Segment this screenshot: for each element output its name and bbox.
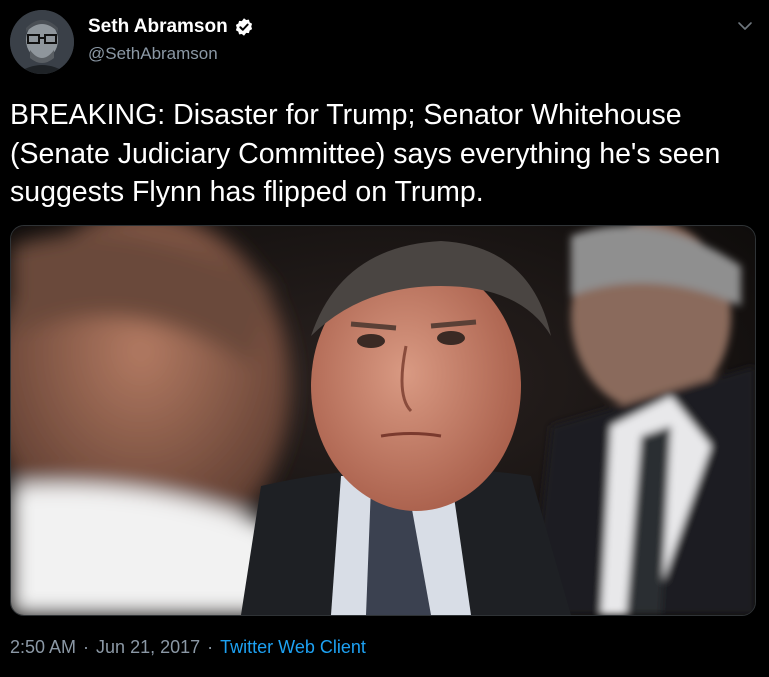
author-name-row[interactable]: Seth Abramson [88, 16, 254, 38]
author-display-name[interactable]: Seth Abramson [88, 16, 228, 38]
tweet-meta: 2:50 AM · Jun 21, 2017 · Twitter Web Cli… [10, 637, 366, 658]
chevron-down-icon[interactable] [735, 16, 755, 36]
tweet-photo[interactable] [10, 225, 756, 616]
avatar[interactable] [10, 10, 74, 74]
meta-separator: · [83, 637, 90, 657]
tweet-time[interactable]: 2:50 AM [10, 637, 76, 658]
tweet-client-link[interactable]: Twitter Web Client [220, 637, 366, 658]
meta-separator: · [207, 637, 214, 657]
tweet-text: BREAKING: Disaster for Trump; Senator Wh… [10, 99, 721, 208]
photo-image [11, 226, 755, 615]
avatar-image [10, 10, 74, 74]
author-handle[interactable]: @SethAbramson [88, 44, 218, 64]
tweet-date[interactable]: Jun 21, 2017 [96, 637, 200, 658]
verified-badge-icon [235, 18, 252, 36]
